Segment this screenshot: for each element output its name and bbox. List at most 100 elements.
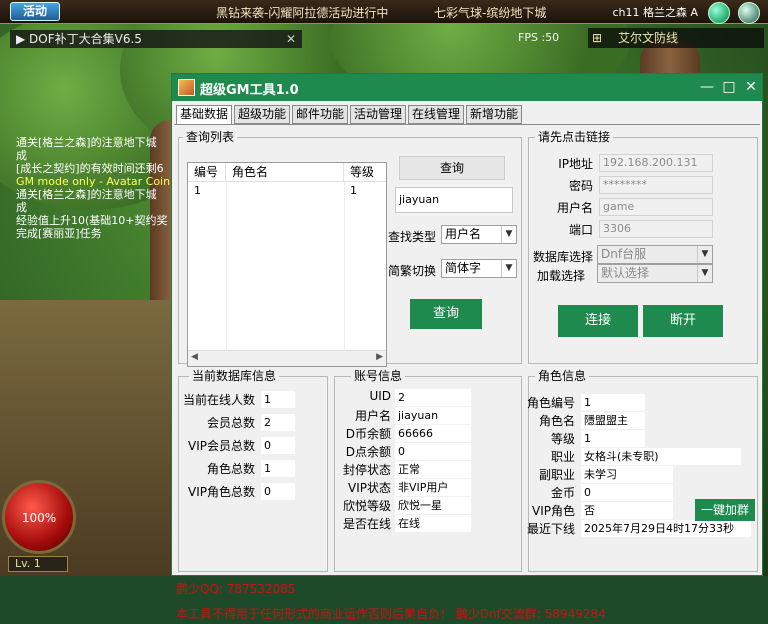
character-label: 角色编号	[526, 396, 575, 410]
character-value: 否	[581, 502, 673, 519]
column-header[interactable]: 角色名	[226, 163, 344, 182]
account-label: D币余额	[345, 427, 391, 441]
account-label: 封停状态	[342, 463, 391, 477]
disclaimer: 本工具不得用于任何形式的商业运作否则后果自负！ 鹏少Dnf交流群: 589492…	[176, 607, 606, 621]
db-info-label: 当前在线人数	[182, 393, 255, 407]
connection-group: 请先点击链接 IP地址 192.168.200.131 密码 ******** …	[528, 130, 758, 364]
chevron-down-icon: ▼	[697, 246, 712, 263]
character-label: 金币	[550, 486, 575, 500]
character-value: 1	[581, 394, 645, 411]
search-input[interactable]: jiayuan	[395, 187, 513, 213]
tab-event-management[interactable]: 活动管理	[350, 105, 406, 124]
port-field[interactable]: 3306	[599, 220, 713, 238]
ip-field[interactable]: 192.168.200.131	[599, 154, 713, 172]
load-select-label: 加载选择	[537, 269, 586, 283]
character-info-group: 角色信息 角色编号 1 角色名 隱盟盟主 等级 1 职业 女格斗(未专职) 副职…	[526, 369, 758, 572]
db-info-value: 0	[261, 483, 295, 500]
password-label: 密码	[568, 179, 593, 193]
query-button-top[interactable]: 查询	[399, 156, 505, 180]
tab-online-management[interactable]: 在线管理	[408, 105, 464, 124]
chat-log: 通关[格兰之森]的注意地下城 成 [成长之契约]的有效时间还剩6 GM mode…	[16, 136, 184, 240]
chat-line: 成	[16, 149, 27, 162]
group-title: 角色信息	[535, 369, 590, 383]
character-label: 角色名	[538, 414, 575, 428]
disconnect-button[interactable]: 断开	[643, 305, 723, 337]
account-value: 欣悦一星	[395, 497, 471, 514]
db-info-label: 会员总数	[206, 416, 255, 430]
db-select[interactable]: Dnf台服 ▼	[597, 245, 713, 264]
scroll-right-icon[interactable]: ▶	[376, 352, 383, 362]
hp-orb: 100%	[2, 480, 76, 554]
gm-tool-window: 超级GM工具1.0 — □ ✕ 基础数据 超级功能 邮件功能 活动管理 在线管理…	[171, 73, 763, 621]
horizontal-scrollbar[interactable]: ◀ ▶	[188, 350, 386, 366]
menu-orb-icon[interactable]	[708, 2, 730, 24]
character-label: 副职业	[538, 468, 575, 482]
dof-patch-bar[interactable]: ▶ DOF补丁大合集V6.5 ✕	[10, 30, 302, 48]
title-bar[interactable]: 超级GM工具1.0 — □ ✕	[172, 74, 762, 101]
query-button[interactable]: 查询	[410, 299, 482, 329]
character-label: VIP角色	[532, 504, 575, 518]
account-value: 正常	[395, 461, 471, 478]
charset-value: 简体字	[445, 261, 482, 275]
username-field[interactable]: game	[599, 198, 713, 216]
tab-super-functions[interactable]: 超级功能	[234, 105, 290, 124]
minimap-toggle-icon[interactable]: ⊞	[592, 28, 602, 48]
tab-mail-functions[interactable]: 邮件功能	[292, 105, 348, 124]
chat-line: 通关[格兰之森]的注意地下城	[16, 136, 157, 149]
scroll-left-icon[interactable]: ◀	[191, 352, 198, 362]
dof-patch-label: DOF补丁大合集V6.5	[29, 32, 142, 46]
chat-line: 通关[格兰之森]的注意地下城	[16, 188, 157, 201]
close-button[interactable]: ✕	[738, 76, 764, 98]
db-select-label: 数据库选择	[533, 250, 594, 264]
cell-level: 1	[350, 184, 357, 197]
table-row[interactable]: 1 1	[188, 183, 386, 199]
group-title: 当前数据库信息	[189, 369, 280, 383]
one-click-join-button[interactable]: 一键加群	[695, 499, 755, 521]
tab-new-functions[interactable]: 新增功能	[466, 105, 522, 124]
column-header[interactable]: 等级	[344, 163, 386, 182]
qq-contact: 鹏少QQ: 787532085	[176, 582, 296, 596]
username-label: 用户名	[556, 201, 593, 215]
db-info-value: 1	[261, 460, 295, 477]
account-label: D点余额	[345, 445, 391, 459]
map-name: 艾尔文防线	[618, 31, 679, 45]
account-label: 是否在线	[342, 517, 391, 531]
chevron-down-icon: ▼	[501, 260, 516, 277]
account-value: 2	[395, 389, 471, 406]
character-value: 2025年7月29日4时17分33秒	[581, 520, 751, 537]
find-type-label: 查找类型	[388, 230, 437, 244]
character-label: 等级	[550, 432, 575, 446]
minimap-bar[interactable]: ⊞ 艾尔文防线	[588, 28, 764, 48]
ticker-text: 黑钻来袭-闪耀阿拉德活动进行中	[216, 6, 389, 20]
account-label: VIP状态	[348, 481, 391, 495]
tab-basic-data[interactable]: 基础数据	[176, 105, 232, 125]
charset-select[interactable]: 简体字 ▼	[441, 259, 517, 278]
find-type-select[interactable]: 用户名 ▼	[441, 225, 517, 244]
db-info-value: 2	[261, 414, 295, 431]
account-value: 66666	[395, 425, 471, 442]
account-value: 0	[395, 443, 471, 460]
settings-orb-icon[interactable]	[738, 2, 760, 24]
ip-label: IP地址	[558, 157, 593, 171]
connect-button[interactable]: 连接	[558, 305, 638, 337]
load-select[interactable]: 默认选择 ▼	[597, 264, 713, 283]
db-info-value: 1	[261, 391, 295, 408]
column-divider	[344, 182, 345, 352]
group-title: 账号信息	[351, 369, 406, 383]
window-title: 超级GM工具1.0	[200, 83, 299, 98]
column-header[interactable]: 编号	[188, 163, 226, 182]
db-select-value: Dnf台服	[601, 247, 647, 261]
group-title: 查询列表	[183, 130, 238, 144]
close-icon[interactable]: ✕	[286, 30, 296, 48]
results-table[interactable]: 编号 角色名 等级 1 1 ◀ ▶	[187, 162, 387, 367]
footer: 鹏少QQ: 787532085 本工具不得用于任何形式的商业运作否则后果自负！ …	[174, 578, 760, 624]
chat-line: 经验值上升10(基础10+契约奖	[16, 214, 168, 227]
password-field[interactable]: ********	[599, 176, 713, 194]
db-info-label: VIP会员总数	[188, 439, 255, 453]
chevron-down-icon: ▼	[697, 265, 712, 282]
event-button[interactable]: 活动	[10, 2, 60, 21]
account-label: 欣悦等级	[342, 499, 391, 513]
chat-line: [成长之契约]的有效时间还剩6	[16, 162, 164, 175]
account-label: UID	[369, 389, 391, 403]
character-label: 职业	[550, 450, 575, 464]
